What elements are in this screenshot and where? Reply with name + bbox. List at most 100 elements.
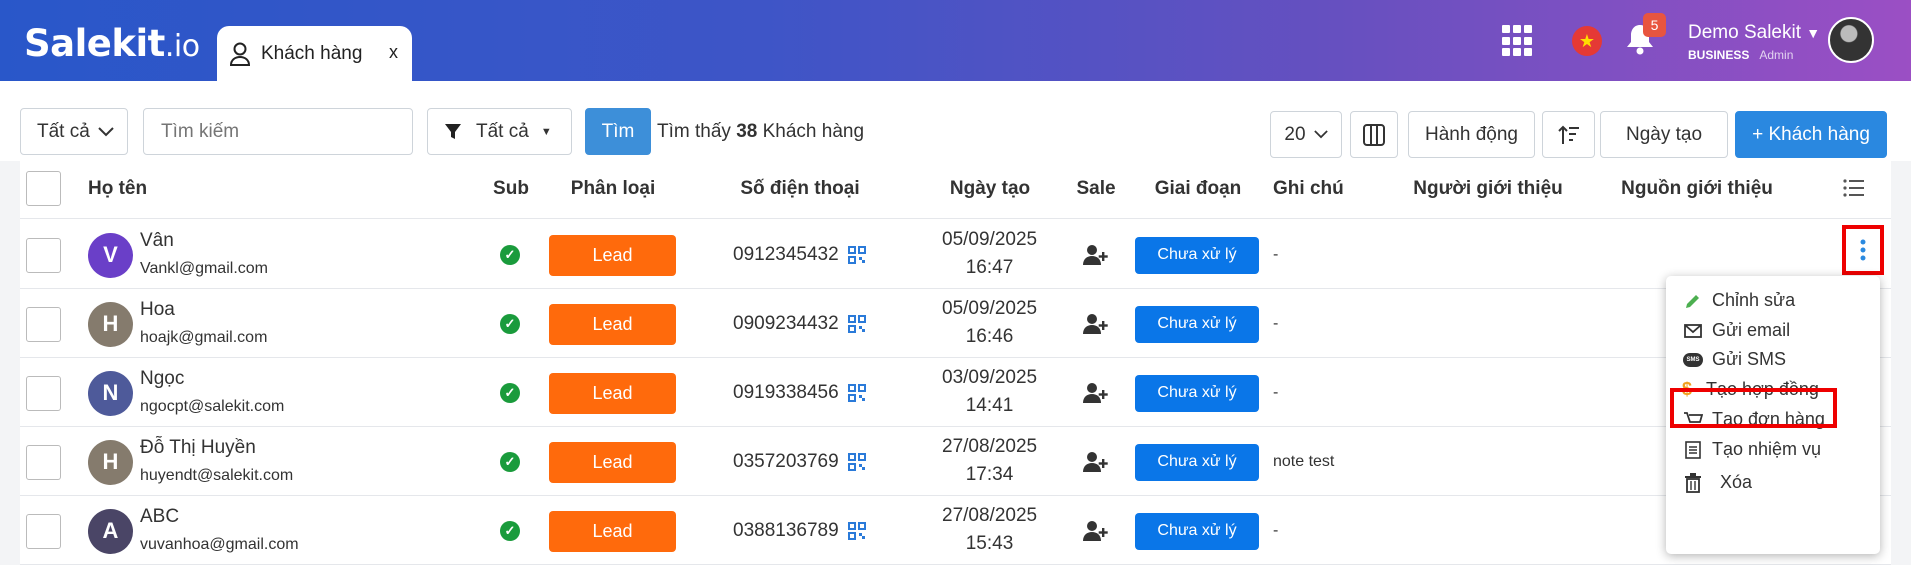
envelope-icon: [1682, 323, 1704, 338]
notification-badge: 5: [1643, 13, 1666, 37]
phone-number: 0919338456: [733, 381, 839, 403]
sort-order-button[interactable]: [1542, 111, 1595, 158]
customer-email: vuvanhoa@gmail.com: [140, 535, 299, 553]
created-date: 27/08/2025 15:43: [942, 502, 1037, 558]
customer-avatar: N: [88, 370, 133, 416]
trash-icon: [1682, 472, 1704, 493]
tab-close-button[interactable]: x: [389, 42, 398, 63]
app-logo[interactable]: Salekit.io: [24, 22, 200, 65]
created-date: 05/09/2025 16:46: [942, 295, 1037, 351]
language-flag-icon[interactable]: ★: [1572, 26, 1602, 56]
qr-code-icon[interactable]: [848, 383, 866, 402]
created-date-day: 05/09/2025: [942, 297, 1038, 319]
created-date-day: 27/08/2025: [942, 435, 1038, 457]
menu-item-sms[interactable]: SMS Gửi SMS: [1682, 349, 1786, 370]
col-referrer[interactable]: Người giới thiệu: [1413, 178, 1563, 200]
customer-name[interactable]: Ngọc: [140, 368, 184, 390]
col-type[interactable]: Phân loại: [571, 178, 655, 200]
stage-badge[interactable]: Chưa xử lý: [1135, 512, 1259, 550]
check-circle-icon: ✓: [500, 313, 520, 334]
type-badge[interactable]: Lead: [549, 303, 676, 345]
type-badge[interactable]: Lead: [549, 234, 676, 276]
row-checkbox[interactable]: [26, 444, 61, 480]
row-divider: [20, 357, 1891, 358]
assign-sale-icon[interactable]: [1083, 313, 1109, 335]
row-actions-highlight: [1842, 225, 1884, 275]
type-badge[interactable]: Lead: [549, 441, 676, 483]
qr-code-icon[interactable]: [848, 314, 866, 333]
menu-item-email[interactable]: Gửi email: [1682, 320, 1790, 341]
type-badge[interactable]: Lead: [549, 510, 676, 552]
row-checkbox[interactable]: [26, 237, 61, 273]
filter-select[interactable]: Tất cả ▼: [427, 108, 572, 155]
col-stage[interactable]: Giai đoạn: [1155, 178, 1242, 200]
row-checkbox[interactable]: [26, 306, 61, 342]
col-source[interactable]: Nguồn giới thiệu: [1621, 178, 1773, 200]
customer-name[interactable]: ABC: [140, 506, 179, 528]
col-sale[interactable]: Sale: [1076, 178, 1115, 200]
customer-name[interactable]: Hoa: [140, 299, 175, 321]
user-avatar[interactable]: [1828, 17, 1874, 63]
stage-badge[interactable]: Chưa xử lý: [1135, 305, 1259, 343]
note-text: -: [1273, 245, 1279, 263]
row-checkbox[interactable]: [26, 513, 61, 549]
result-count: Tìm thấy 38 Khách hàng: [657, 121, 864, 143]
row-checkbox[interactable]: [26, 375, 61, 411]
assign-sale-icon[interactable]: [1083, 451, 1109, 473]
list-settings-icon[interactable]: [1843, 179, 1865, 197]
search-button[interactable]: Tìm: [585, 108, 651, 155]
created-date: 27/08/2025 17:34: [942, 433, 1037, 489]
search-input[interactable]: [143, 108, 413, 155]
contract-item-highlight: [1670, 388, 1837, 428]
menu-item-delete[interactable]: Xóa: [1682, 472, 1752, 493]
qr-code-icon[interactable]: [848, 452, 866, 471]
stage-badge[interactable]: Chưa xử lý: [1135, 443, 1259, 481]
caret-down-icon: ▼: [1806, 25, 1821, 41]
created-date-time: 16:46: [965, 325, 1014, 347]
actions-button[interactable]: Hành động: [1408, 111, 1535, 158]
menu-item-email-label: Gửi email: [1712, 320, 1791, 340]
date-sort-select[interactable]: Ngày tạo: [1600, 111, 1728, 158]
scope-select-value: Tất cả: [37, 120, 90, 142]
created-date-time: 16:47: [965, 256, 1014, 278]
columns-icon: [1363, 123, 1385, 146]
col-name[interactable]: Họ tên: [88, 178, 147, 200]
stage-badge[interactable]: Chưa xử lý: [1135, 374, 1259, 412]
tab-customers[interactable]: Khách hàng x: [217, 26, 412, 81]
assign-sale-icon[interactable]: [1083, 382, 1109, 404]
customer-email: Vankl@gmail.com: [140, 259, 268, 277]
customer-name[interactable]: Vân: [140, 230, 174, 252]
menu-item-edit[interactable]: Chỉnh sửa: [1682, 290, 1795, 311]
select-all-checkbox[interactable]: [26, 171, 61, 206]
assign-sale-icon[interactable]: [1083, 244, 1109, 266]
note-text: -: [1273, 383, 1279, 401]
user-role: Admin: [1759, 48, 1794, 62]
apps-grid-icon[interactable]: [1502, 25, 1534, 57]
check-circle-icon: ✓: [500, 382, 520, 403]
columns-toggle-button[interactable]: [1350, 111, 1398, 158]
row-divider: [20, 288, 1891, 289]
phone-number: 0912345432: [733, 243, 839, 265]
assign-sale-icon[interactable]: [1083, 520, 1109, 542]
add-customer-button[interactable]: + Khách hàng: [1735, 111, 1887, 158]
col-sub[interactable]: Sub: [493, 178, 529, 200]
page-size-select[interactable]: 20: [1270, 111, 1342, 158]
type-badge[interactable]: Lead: [549, 372, 676, 414]
customer-email: huyendt@salekit.com: [140, 466, 294, 484]
col-phone[interactable]: Số điện thoại: [740, 178, 859, 200]
scope-select[interactable]: Tất cả: [20, 108, 128, 155]
chevron-down-icon: [98, 126, 114, 136]
col-created[interactable]: Ngày tạo: [950, 178, 1030, 200]
filter-icon: [445, 123, 461, 139]
customer-name[interactable]: Đỗ Thị Huyền: [140, 437, 256, 459]
user-menu[interactable]: Demo Salekit ▼: [1688, 22, 1820, 44]
sms-icon: SMS: [1682, 352, 1704, 367]
qr-code-icon[interactable]: [848, 245, 866, 264]
qr-code-icon[interactable]: [848, 521, 866, 540]
col-note[interactable]: Ghi chú: [1273, 178, 1344, 200]
result-count-suffix: Khách hàng: [762, 121, 865, 142]
kebab-menu-icon[interactable]: [1860, 239, 1866, 261]
logo-text: Salekit: [24, 22, 165, 65]
menu-item-task[interactable]: Tạo nhiệm vụ: [1682, 439, 1821, 460]
stage-badge[interactable]: Chưa xử lý: [1135, 236, 1259, 274]
